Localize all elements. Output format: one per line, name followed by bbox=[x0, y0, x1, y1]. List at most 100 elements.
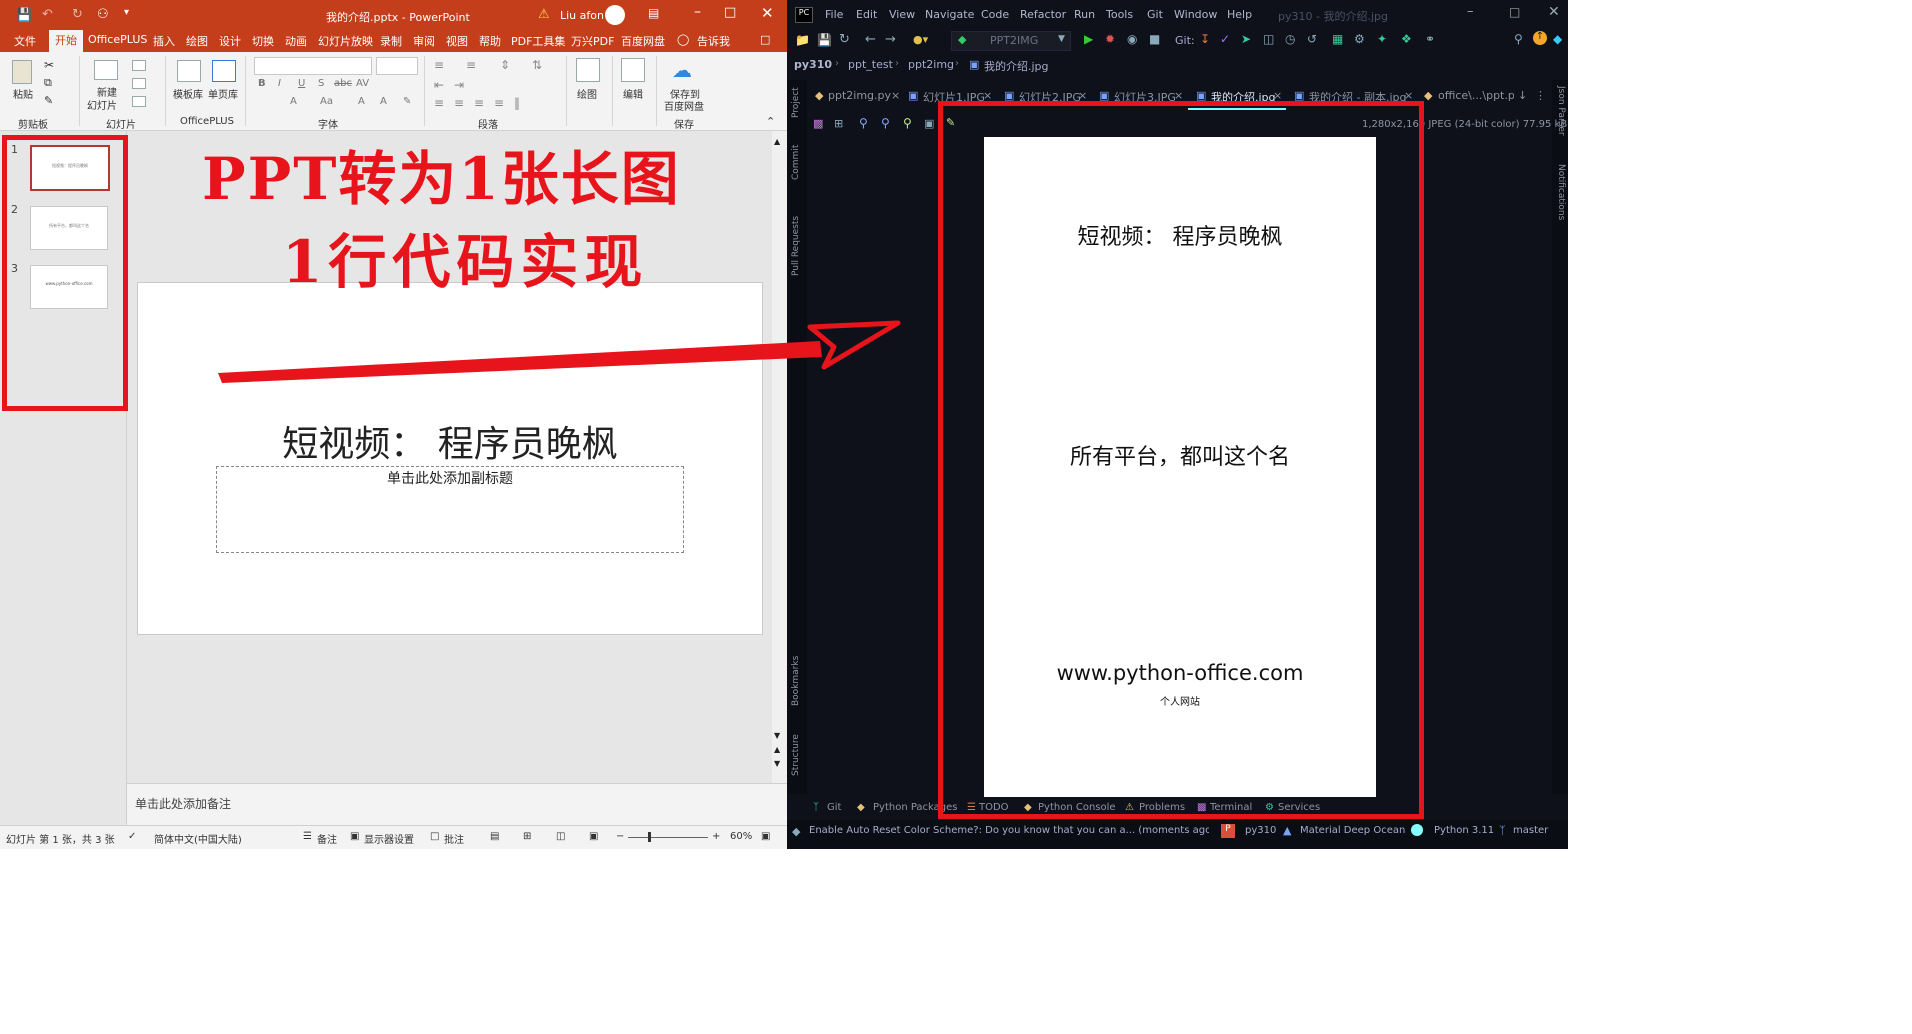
shadow-icon[interactable]: S bbox=[318, 78, 324, 89]
project-structure-icon[interactable]: ▦ bbox=[1332, 32, 1343, 46]
avatar[interactable] bbox=[605, 5, 625, 25]
menu-run[interactable]: Run bbox=[1074, 8, 1095, 21]
menu-tools[interactable]: Tools bbox=[1106, 8, 1133, 21]
tool-notifications[interactable]: Notifications bbox=[1556, 164, 1566, 220]
git-push-icon[interactable]: ➤ bbox=[1241, 32, 1251, 46]
justify-icon[interactable]: ≡ bbox=[494, 96, 504, 110]
single-page-library-icon[interactable] bbox=[212, 60, 236, 82]
slideshow-icon[interactable]: ▣ bbox=[589, 831, 598, 842]
paste-icon[interactable] bbox=[12, 60, 32, 84]
underline-icon[interactable]: U bbox=[298, 78, 305, 89]
tab-insert[interactable]: 插入 bbox=[153, 33, 175, 49]
spellcheck-icon[interactable]: ✓ bbox=[128, 831, 136, 842]
language-status[interactable]: 简体中文(中国大陆) bbox=[154, 831, 242, 846]
tell-me[interactable]: 告诉我 bbox=[697, 33, 730, 49]
close-button[interactable]: ✕ bbox=[1548, 4, 1560, 20]
tool-structure[interactable]: Structure bbox=[791, 734, 801, 776]
save-all-icon[interactable]: 💾 bbox=[817, 33, 832, 47]
italic-icon[interactable]: I bbox=[278, 78, 281, 89]
tab-transitions[interactable]: 切换 bbox=[252, 33, 274, 49]
rollback-icon[interactable]: ↺ bbox=[1307, 32, 1317, 46]
menu-code[interactable]: Code bbox=[981, 8, 1009, 21]
notes-icon[interactable]: ☰ bbox=[303, 831, 312, 842]
tab-file[interactable]: 文件 bbox=[14, 33, 36, 49]
stop-icon[interactable]: ■ bbox=[1149, 32, 1160, 46]
font-size-select[interactable] bbox=[376, 57, 418, 75]
align-right-icon[interactable]: ≡ bbox=[474, 96, 484, 110]
clear-format-icon[interactable]: ✎ bbox=[403, 96, 411, 107]
tab-animations[interactable]: 动画 bbox=[285, 33, 307, 49]
breadcrumb-folder[interactable]: ppt_test bbox=[848, 58, 893, 71]
menu-git[interactable]: Git bbox=[1147, 8, 1163, 21]
tab-wondershare-pdf[interactable]: 万兴PDF bbox=[571, 33, 614, 49]
menu-edit[interactable]: Edit bbox=[856, 8, 877, 21]
align-center-icon[interactable]: ≡ bbox=[454, 96, 464, 110]
new-slide-label-2[interactable]: 幻灯片 bbox=[87, 97, 117, 112]
zoom-out-icon[interactable]: − bbox=[616, 831, 624, 842]
change-case-icon[interactable]: Aa bbox=[320, 96, 333, 107]
normal-view-icon[interactable]: ▤ bbox=[490, 831, 499, 842]
reading-view-icon[interactable]: ◫ bbox=[556, 831, 565, 842]
git-update-icon[interactable]: ↧ bbox=[1200, 32, 1210, 46]
customize-qat-icon[interactable]: ▾ bbox=[124, 7, 129, 18]
undo-icon[interactable]: ↶ bbox=[42, 7, 53, 22]
breadcrumb-project[interactable]: py310 bbox=[794, 58, 832, 71]
strikethrough-icon[interactable]: abc bbox=[334, 78, 352, 89]
numbering-icon[interactable]: ≡ bbox=[466, 58, 476, 72]
tool-git[interactable]: Git bbox=[827, 802, 841, 813]
more-icon[interactable]: ⋮ bbox=[1535, 89, 1546, 102]
grow-font-icon[interactable]: A bbox=[358, 96, 365, 107]
minimize-button[interactable]: – bbox=[1467, 4, 1474, 19]
open-folder-icon[interactable]: 📁 bbox=[795, 33, 810, 47]
run-icon[interactable]: ▶ bbox=[1084, 32, 1093, 46]
menu-refactor[interactable]: Refactor bbox=[1020, 8, 1066, 21]
baidu-cloud-icon[interactable]: ☁ bbox=[672, 58, 692, 82]
save-icon[interactable]: 💾 bbox=[16, 8, 32, 23]
zoom-slider[interactable] bbox=[628, 832, 708, 842]
zoom-slider-thumb[interactable] bbox=[648, 832, 651, 842]
update-icon[interactable]: ↑ bbox=[1533, 31, 1547, 45]
menu-navigate[interactable]: Navigate bbox=[925, 8, 974, 21]
git-commit-icon[interactable]: ✓ bbox=[1220, 32, 1230, 46]
run-config-select[interactable]: ◆ PPT2IMG ▼ bbox=[951, 31, 1071, 51]
plugin-icon[interactable]: ✦ bbox=[1377, 32, 1387, 46]
notes-toggle[interactable]: 备注 bbox=[317, 831, 337, 846]
drawing-icon[interactable] bbox=[576, 58, 600, 82]
breadcrumb-subfolder[interactable]: ppt2img bbox=[908, 58, 954, 71]
sync-icon[interactable]: ↻ bbox=[839, 32, 850, 47]
copy-icon[interactable]: ⧉ bbox=[44, 76, 52, 90]
slide-title[interactable]: 短视频： 程序员晚枫 bbox=[138, 415, 762, 467]
close-icon[interactable]: × bbox=[891, 89, 900, 102]
status-project[interactable]: py310 bbox=[1245, 825, 1276, 836]
display-icon[interactable]: ▣ bbox=[350, 831, 359, 842]
char-spacing-icon[interactable]: AV bbox=[356, 78, 369, 89]
back-icon[interactable]: ← bbox=[865, 32, 876, 47]
scroll-down-icon[interactable]: ▼ bbox=[774, 731, 785, 741]
background-toggle-icon[interactable]: ▩ bbox=[813, 117, 823, 130]
tab-slideshow[interactable]: 幻灯片放映 bbox=[318, 33, 373, 49]
search-icon[interactable]: ⚲ bbox=[1514, 32, 1523, 46]
search-icon[interactable] bbox=[621, 58, 645, 82]
zoom-out-icon[interactable]: ⚲ bbox=[881, 116, 890, 130]
next-slide-icon[interactable]: ▼ bbox=[774, 759, 785, 769]
drawing-button[interactable]: 绘图 bbox=[577, 86, 597, 101]
vcs-users-icon[interactable]: ●▾ bbox=[913, 33, 928, 46]
bullets-icon[interactable]: ≡ bbox=[434, 58, 444, 72]
template-library-icon[interactable] bbox=[177, 60, 201, 82]
status-interpreter[interactable]: Python 3.11 bbox=[1434, 825, 1494, 836]
zoom-in-icon[interactable]: ⚲ bbox=[859, 116, 868, 130]
tab-office-ppt-py[interactable]: office\...\ppt.py bbox=[1438, 89, 1514, 102]
collapse-ribbon-icon[interactable]: ⌃ bbox=[766, 115, 775, 128]
menu-file[interactable]: File bbox=[825, 8, 843, 21]
display-settings[interactable]: 显示器设置 bbox=[364, 831, 414, 846]
tab-pdf-tools[interactable]: PDF工具集 bbox=[511, 33, 565, 49]
tool-bookmarks[interactable]: Bookmarks bbox=[791, 656, 801, 706]
editing-button[interactable]: 编辑 bbox=[623, 86, 643, 101]
scroll-up-icon[interactable]: ▲ bbox=[774, 137, 785, 147]
prev-slide-icon[interactable]: ▲ bbox=[774, 745, 785, 755]
tab-help[interactable]: 帮助 bbox=[479, 33, 501, 49]
jetbrains-ai-icon[interactable]: ◆ bbox=[1553, 32, 1562, 46]
forward-icon[interactable]: → bbox=[885, 32, 896, 47]
git-compare-icon[interactable]: ◫ bbox=[1263, 32, 1274, 46]
tab-view[interactable]: 视图 bbox=[446, 33, 468, 49]
